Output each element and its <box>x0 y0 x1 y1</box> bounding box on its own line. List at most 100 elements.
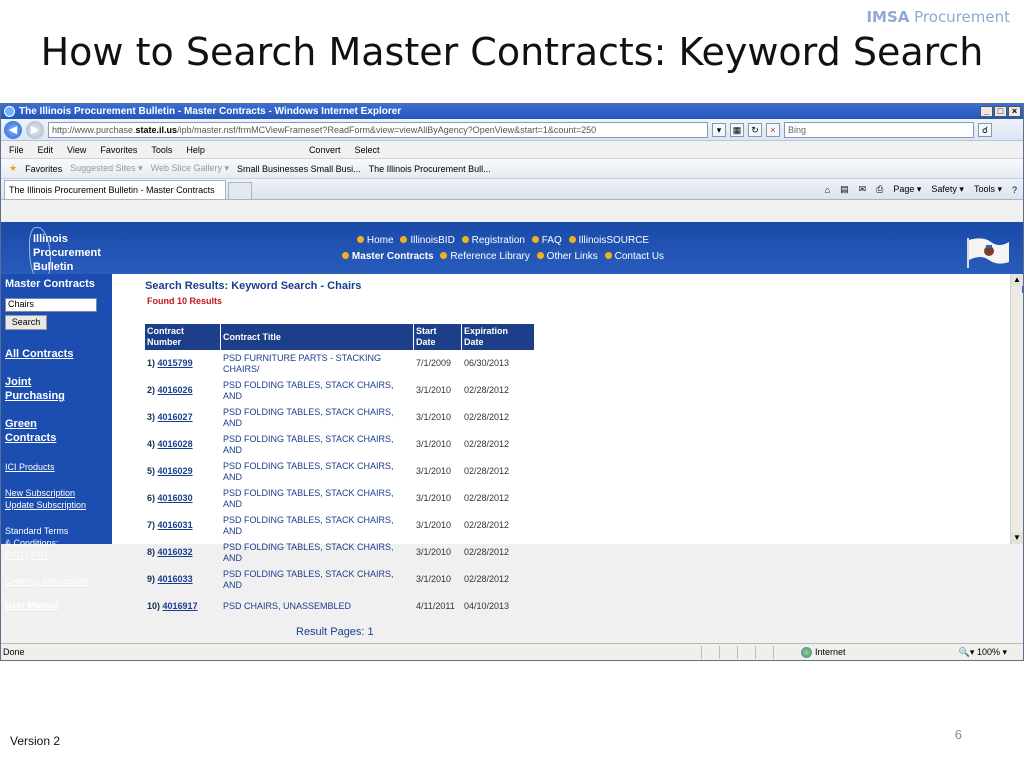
contract-title-cell: PSD FOLDING TABLES, STACK CHAIRS, AND <box>223 460 394 482</box>
home-icon[interactable]: ⌂ <box>825 185 830 195</box>
link-new-subscription[interactable]: New Subscription <box>5 487 112 499</box>
contract-number-link[interactable]: 4016917 <box>163 601 198 611</box>
fav-small-businesses[interactable]: Small Businesses Small Busi... <box>237 164 361 174</box>
nav-faq[interactable]: FAQ <box>542 235 562 246</box>
refresh-icon[interactable]: ↻ <box>748 122 762 137</box>
sidebar-search-input[interactable]: Chairs <box>5 298 97 312</box>
results-count: Found 10 Results <box>147 296 223 306</box>
expiration-date-cell: 02/28/2012 <box>464 520 510 530</box>
top-nav-row-2: Master Contracts Reference Library Other… <box>141 251 861 262</box>
stop-icon[interactable]: × <box>766 122 780 137</box>
close-window-button[interactable]: × <box>1008 106 1021 117</box>
link-green-contracts[interactable]: Green Contracts <box>5 417 112 445</box>
convert-menu[interactable]: Convert <box>309 145 341 155</box>
select-menu[interactable]: Select <box>354 145 379 155</box>
site-logo[interactable]: Illinois Procurement Bulletin <box>33 232 101 274</box>
menu-edit[interactable]: Edit <box>38 145 54 155</box>
url-field[interactable]: http://www.purchase. state.il.us/ipb/mast… <box>48 121 708 138</box>
results-table: Contract Number Contract Title Start Date … <box>145 324 534 620</box>
ie-logo-icon <box>4 106 15 117</box>
contract-number-link[interactable]: 4016028 <box>158 439 193 449</box>
menu-file[interactable]: File <box>9 145 24 155</box>
menu-help[interactable]: Help <box>186 145 205 155</box>
link-ici-products[interactable]: ICI Products <box>5 461 112 473</box>
contract-title-cell: PSD FURNITURE PARTS - STACKING CHAIRS/ <box>223 352 382 374</box>
contract-number-cell: 2) 4016026 <box>147 385 193 395</box>
back-button[interactable]: ◀ <box>4 120 22 139</box>
contract-number-link[interactable]: 4016027 <box>158 412 193 422</box>
dropdown-arrow-icon[interactable]: ▾ <box>712 122 726 137</box>
contract-number-link[interactable]: 4016032 <box>158 547 193 557</box>
forward-button[interactable]: ▶ <box>26 120 44 139</box>
menu-tools[interactable]: Tools <box>151 145 172 155</box>
help-icon[interactable]: ? <box>1012 185 1017 195</box>
contract-number-link[interactable]: 4016029 <box>158 466 193 476</box>
contract-title-cell: PSD FOLDING TABLES, STACK CHAIRS, AND <box>223 433 394 455</box>
table-row: 2) 4016026 PSD FOLDING TABLES, STACK CHAI… <box>145 377 534 404</box>
globe-icon <box>801 646 812 658</box>
link-all-contracts[interactable]: All Contracts <box>5 347 112 361</box>
restore-button[interactable]: □ <box>994 106 1007 117</box>
contract-number-link[interactable]: 4016030 <box>158 493 193 503</box>
fav-illinois-procurement[interactable]: The Illinois Procurement Bull... <box>369 164 491 174</box>
contract-number-link[interactable]: 4016031 <box>158 520 193 530</box>
print-icon[interactable]: ⎙ <box>876 184 883 195</box>
contract-number-link[interactable]: 4016026 <box>158 385 193 395</box>
link-user-manual[interactable]: User Manual <box>5 599 112 611</box>
contract-number-link[interactable]: 4016033 <box>158 574 193 584</box>
favorites-bar: ★ Favorites Suggested Sites ▾ Web Slice … <box>1 159 1023 179</box>
safety-menu[interactable]: Safety ▾ <box>931 184 964 195</box>
start-date-cell: 4/11/2011 <box>416 601 455 611</box>
start-date-cell: 3/1/2010 <box>416 385 452 395</box>
tab-master-contracts[interactable]: The Illinois Procurement Bulletin - Mast… <box>4 180 226 199</box>
feeds-icon[interactable]: ▤ <box>840 184 849 195</box>
link-joint-purchasing[interactable]: Joint Purchasing <box>5 375 112 403</box>
minimize-button[interactable]: _ <box>980 106 993 117</box>
vertical-scrollbar[interactable]: ▲ ▼ <box>1010 274 1023 544</box>
search-icon[interactable]: ☌ <box>978 122 992 137</box>
contract-title-cell: PSD FOLDING TABLES, STACK CHAIRS, AND <box>223 541 394 563</box>
contract-number-link[interactable]: 4015799 <box>158 358 193 368</box>
nav-home[interactable]: Home <box>367 235 394 246</box>
results-heading: Search Results: Keyword Search - Chairs <box>145 280 362 292</box>
expiration-date-cell: 02/28/2012 <box>464 574 510 584</box>
fav-web-slice-gallery[interactable]: Web Slice Gallery ▾ <box>151 163 229 174</box>
zoom-level[interactable]: 🔍▾ 100% ▾ <box>959 647 1023 658</box>
fav-suggested-sites[interactable]: Suggested Sites ▾ <box>70 163 143 174</box>
table-row: 6) 4016030 PSD FOLDING TABLES, STACK CHAI… <box>145 485 534 512</box>
mail-icon[interactable]: ✉ <box>859 184 867 195</box>
menu-view[interactable]: View <box>67 145 86 155</box>
nav-reference-library[interactable]: Reference Library <box>450 251 529 262</box>
link-update-subscription[interactable]: Update Subscription <box>5 499 112 511</box>
tools-menu[interactable]: Tools ▾ <box>974 184 1002 195</box>
start-date-cell: 3/1/2010 <box>416 574 452 584</box>
contract-title-cell: PSD CHAIRS, UNASSEMBLED <box>223 601 352 611</box>
scroll-up-icon[interactable]: ▲ <box>1011 274 1023 286</box>
menu-favorites[interactable]: Favorites <box>100 145 137 155</box>
nav-registration[interactable]: Registration <box>472 235 525 246</box>
standard-terms-label: Standard Terms <box>5 526 69 536</box>
nav-illinoisbid[interactable]: IllinoisBID <box>410 235 454 246</box>
slide-number: 6 <box>954 727 962 742</box>
favorites-star-icon: ★ <box>9 163 18 173</box>
nav-master-contracts[interactable]: Master Contracts <box>352 251 434 262</box>
link-ordering-instructions[interactable]: Ordering Instructions <box>5 575 112 587</box>
scroll-down-icon[interactable]: ▼ <box>1011 532 1023 544</box>
contract-number-cell: 5) 4016029 <box>147 466 193 476</box>
sidebar-search-button[interactable]: Search <box>5 315 47 330</box>
nav-other-links[interactable]: Other Links <box>547 251 598 262</box>
compatibility-icon[interactable]: ▦ <box>730 122 744 137</box>
link-psd[interactable]: PSD <box>5 550 24 560</box>
nav-contact-us[interactable]: Contact Us <box>615 251 664 262</box>
slide: IMSA Procurement How to Search Master Co… <box>0 0 1024 768</box>
page-menu[interactable]: Page ▾ <box>893 184 921 195</box>
new-tab-button[interactable] <box>228 182 252 199</box>
nav-illinoissource[interactable]: IllinoisSOURCE <box>579 235 650 246</box>
security-zone[interactable]: Internet <box>801 646 911 658</box>
browser-window: The Illinois Procurement Bulletin - Mast… <box>0 103 1024 661</box>
sidebar: Master Contracts Chairs Search All Contr… <box>1 274 112 610</box>
link-prt[interactable]: PRT <box>31 550 49 560</box>
search-box[interactable]: Bing <box>784 121 974 138</box>
favorites-button[interactable]: Favorites <box>25 164 62 174</box>
expiration-date-cell: 02/28/2012 <box>464 439 510 449</box>
